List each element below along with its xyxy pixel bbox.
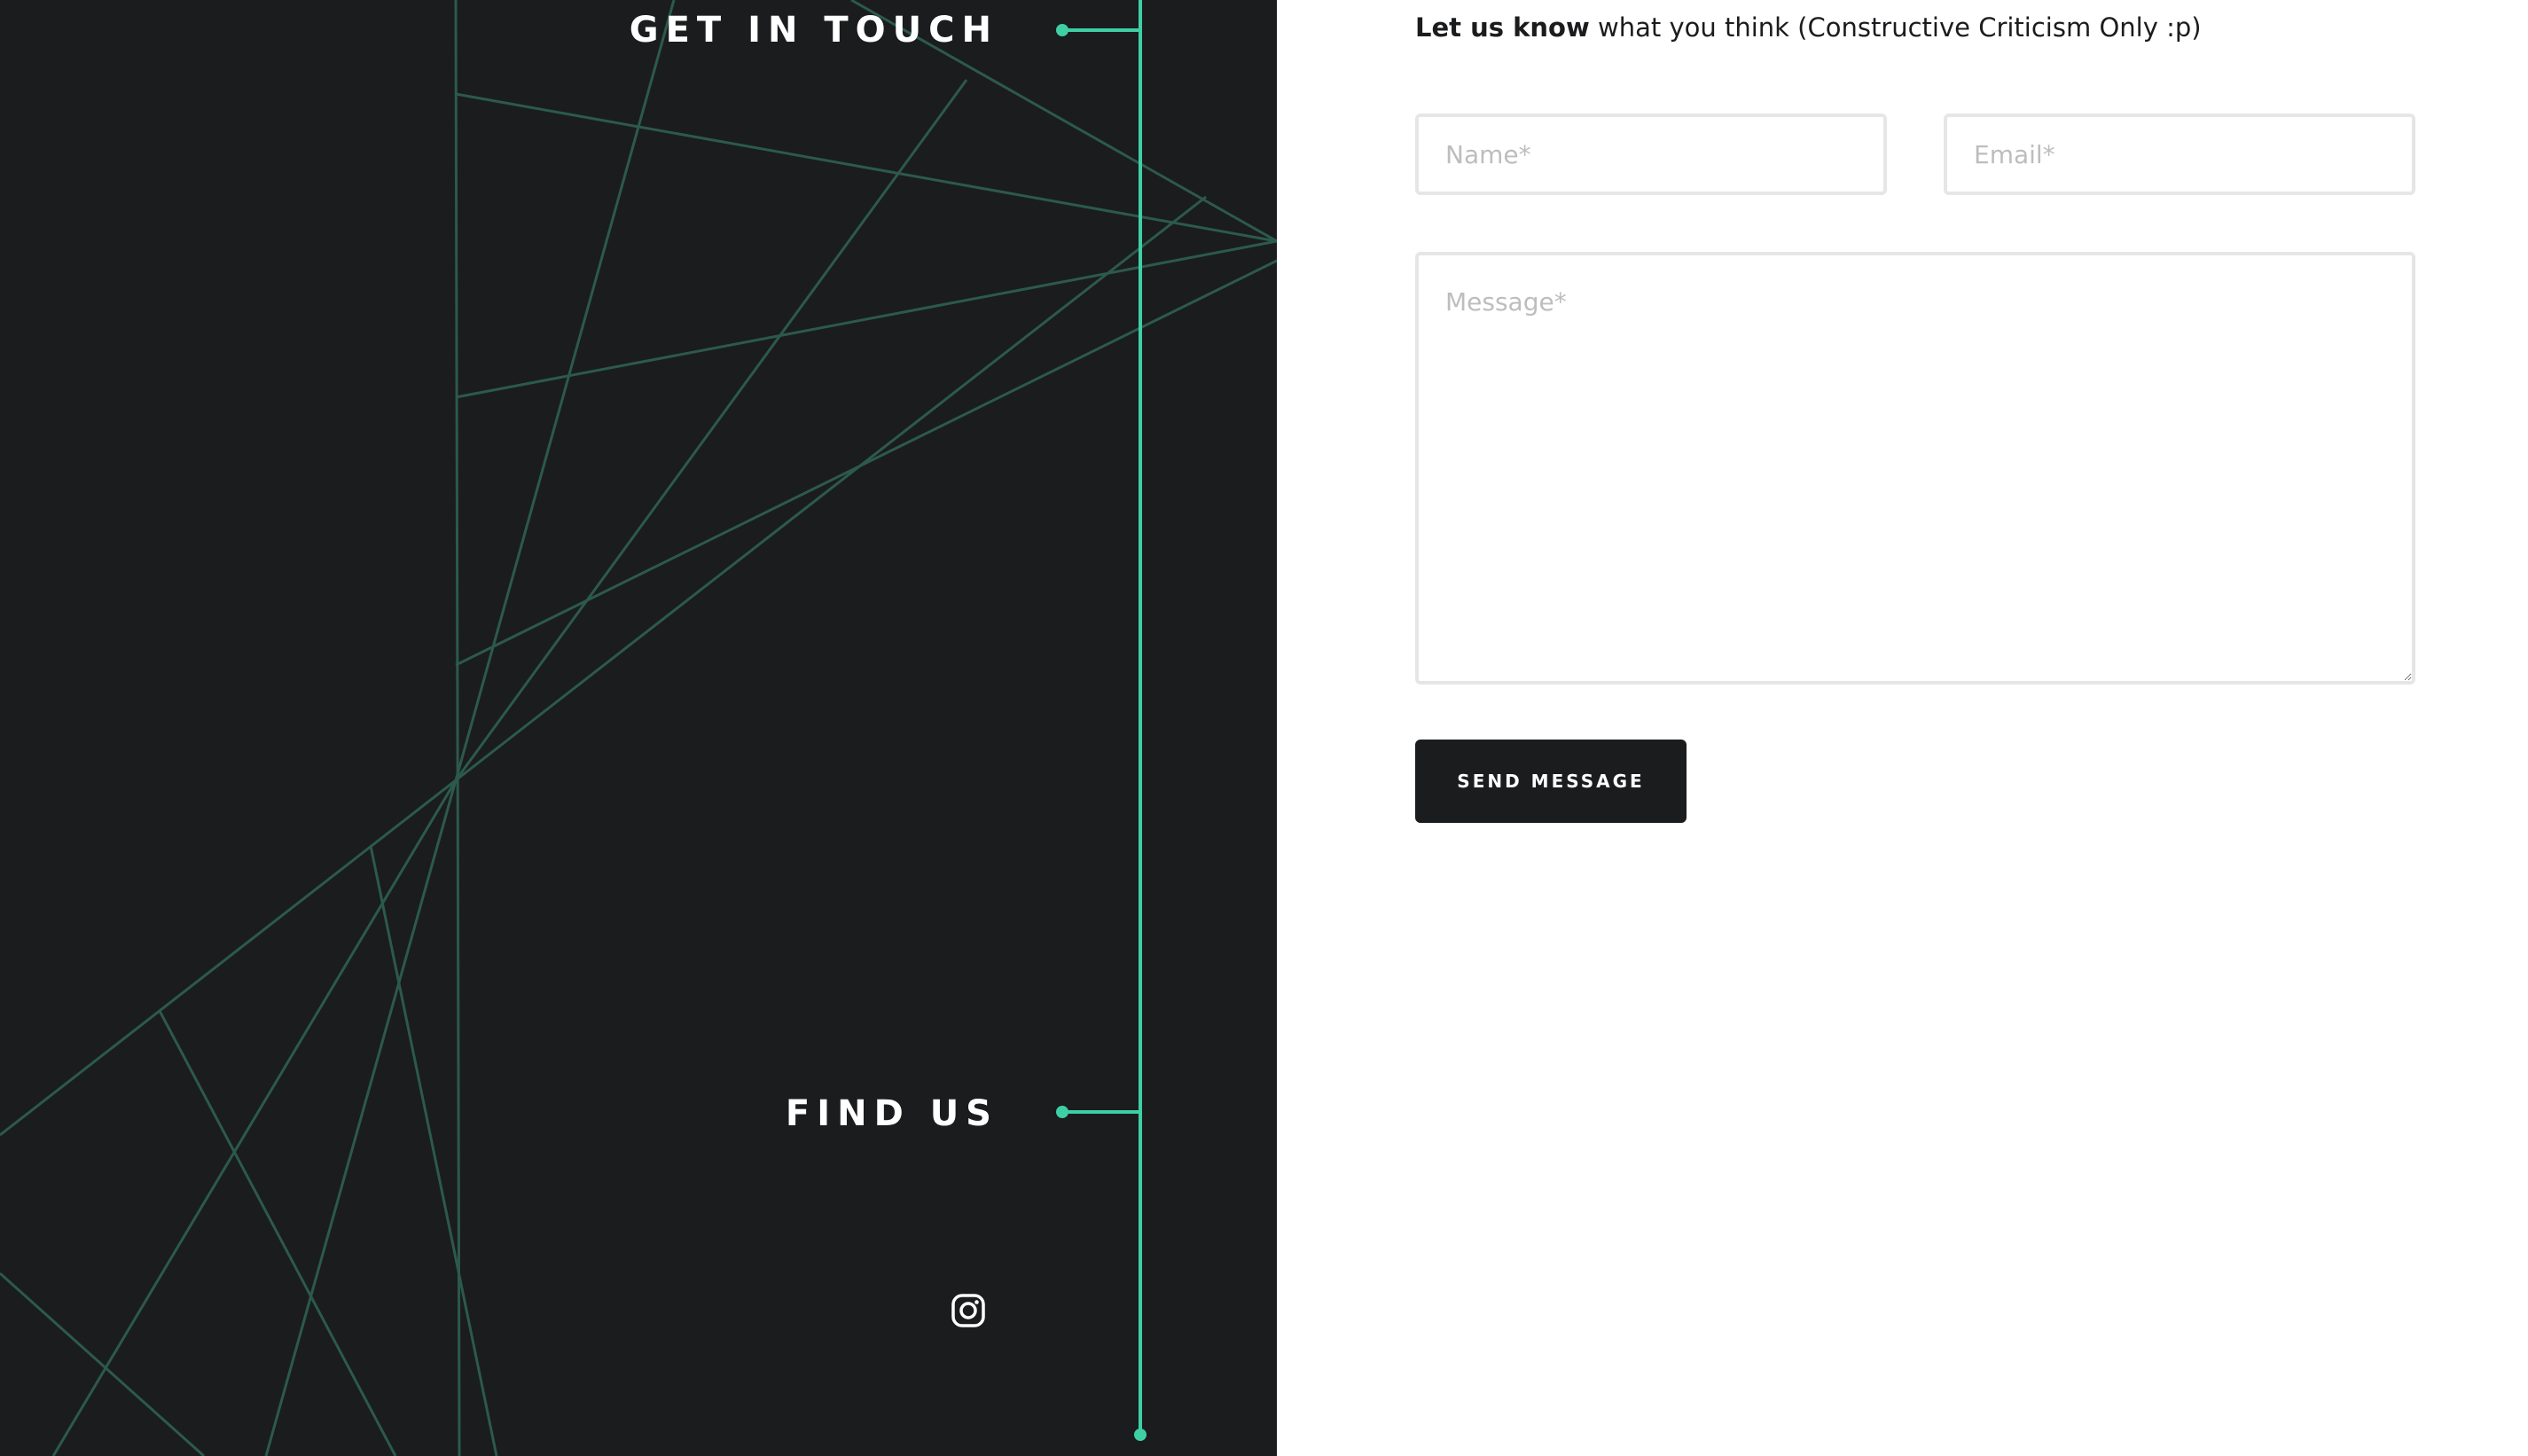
form-intro-text: what you think (Constructive Criticism O… — [1589, 12, 2202, 43]
form-intro: Let us know what you think (Constructive… — [1415, 12, 2202, 43]
left-panel: GET IN TOUCH FIND US — [0, 0, 1277, 1456]
instagram-icon — [951, 1294, 985, 1327]
decorative-lines-background — [0, 0, 1277, 1456]
instagram-link[interactable] — [949, 1291, 988, 1330]
message-field[interactable] — [1415, 252, 2415, 685]
email-field[interactable] — [1944, 114, 2415, 195]
form-intro-bold: Let us know — [1415, 12, 1590, 43]
get-in-touch-heading: GET IN TOUCH — [629, 10, 998, 51]
send-message-button[interactable]: SEND MESSAGE — [1415, 740, 1687, 823]
find-us-heading: FIND US — [785, 1093, 998, 1134]
contact-form-panel: Let us know what you think (Constructive… — [1277, 0, 2528, 1456]
name-field[interactable] — [1415, 114, 1887, 195]
